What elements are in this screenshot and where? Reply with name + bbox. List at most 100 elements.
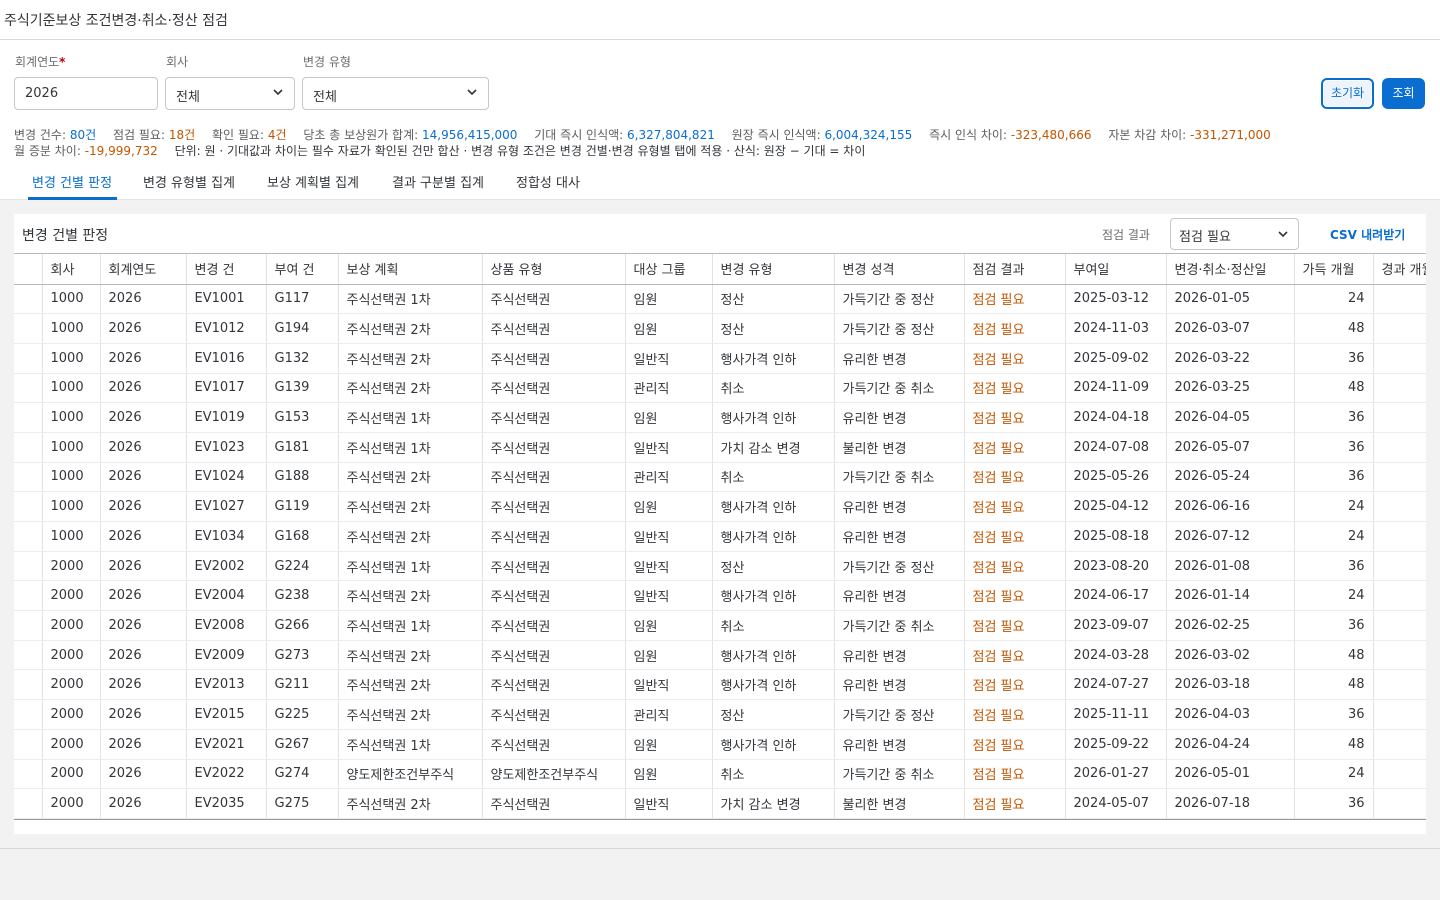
column-header[interactable] xyxy=(14,254,43,285)
table-cell: 정산 xyxy=(712,699,835,730)
table-row[interactable]: 2000 2026 EV2015 G225 주식선택권 2차 주식선택권 관리직 정산 가득기간… xyxy=(14,699,1426,730)
table-row[interactable]: 1000 2026 EV1001 G117 주식선택권 1차 주식선택권 임원 정산 가득기간 … xyxy=(14,284,1426,315)
table-cell: EV1027 xyxy=(186,491,267,522)
table-cell: 가치 감소 변경 xyxy=(712,788,835,819)
result-filter-label: 점검 결과 xyxy=(1102,228,1150,242)
table-cell: 1000 xyxy=(42,313,101,344)
table-cell: G132 xyxy=(266,343,339,374)
tab-change-detail[interactable]: 변경 건별 판정 xyxy=(32,172,112,191)
table-row[interactable]: 2000 2026 EV2022 G274 양도제한조건부주식 양도제한조건부주식 임원 취소… xyxy=(14,759,1426,790)
data-table-container[interactable]: 회사 회계연도 변경 건 부여 건 보상 계획 상품 유형 대상 그룹 변경 유형 변경 성격 점… xyxy=(14,253,1426,820)
table-cell: 양도제한조건부주식 xyxy=(338,759,483,790)
chevron-down-icon xyxy=(1278,231,1288,238)
table-cell: 2000 xyxy=(42,580,101,612)
table-cell: 주식선택권 1차 xyxy=(338,284,483,315)
column-header[interactable]: 보상 계획 xyxy=(338,254,483,285)
table-cell: 1000 xyxy=(42,373,101,404)
column-header[interactable]: 상품 유형 xyxy=(482,254,626,285)
table-row[interactable]: 2000 2026 EV2021 G267 주식선택권 1차 주식선택권 임원 행사가격 인하… xyxy=(14,729,1426,760)
table-cell: 2026 xyxy=(100,491,187,522)
table-cell: G273 xyxy=(266,640,339,671)
company-label: 회사 xyxy=(166,55,189,69)
table-cell: 임원 xyxy=(625,402,713,433)
column-header[interactable]: 회사 xyxy=(42,254,101,285)
column-header[interactable]: 경과 개월 xyxy=(1373,254,1426,285)
table-cell: 주식선택권 2차 xyxy=(338,788,483,819)
company-select[interactable]: 전체 xyxy=(165,77,295,110)
column-header[interactable]: 회계연도 xyxy=(100,254,187,285)
table-cell: 가득기간 중 취소 xyxy=(834,462,965,493)
column-header[interactable]: 변경 성격 xyxy=(834,254,965,285)
change-type-select[interactable]: 전체 xyxy=(302,77,489,110)
company-value: 전체 xyxy=(176,90,200,105)
table-row[interactable]: 1000 2026 EV1016 G132 주식선택권 2차 주식선택권 일반직 행사가격 인… xyxy=(14,343,1426,374)
table-row[interactable]: 2000 2026 EV2035 G275 주식선택권 2차 주식선택권 일반직 가치 감소 … xyxy=(14,788,1426,819)
results-panel: 변경 건별 판정 점검 결과 점검 필요 CSV 내려받기 회사 회계연도 변경 건… xyxy=(14,214,1426,834)
table-cell: 2026-04-24 xyxy=(1166,729,1295,760)
tab-change-type-summary[interactable]: 변경 유형별 집계 xyxy=(143,172,235,191)
table-cell: 2000 xyxy=(42,759,101,790)
table-cell: 유리한 변경 xyxy=(834,669,965,701)
table-row[interactable]: 2000 2026 EV2013 G211 주식선택권 2차 주식선택권 일반직 행사가격 인… xyxy=(14,669,1426,701)
csv-download-button[interactable]: CSV 내려받기 xyxy=(1330,226,1405,243)
table-cell: 2025-09-22 xyxy=(1065,729,1167,760)
table-cell: 24 xyxy=(1294,759,1374,790)
table-cell: 일반직 xyxy=(625,521,713,552)
table-row[interactable]: 1000 2026 EV1012 G194 주식선택권 2차 주식선택권 임원 정산 가득기간 … xyxy=(14,313,1426,344)
status-cell: 점검 필요 xyxy=(964,699,1066,730)
tab-result-summary[interactable]: 결과 구분별 집계 xyxy=(392,172,484,191)
table-cell: 48 xyxy=(1294,640,1374,671)
status-cell: 점검 필요 xyxy=(964,373,1066,404)
table-cell xyxy=(14,759,43,790)
table-cell: G139 xyxy=(266,373,339,404)
column-header[interactable]: 부여일 xyxy=(1065,254,1167,285)
table-cell: 주식선택권 xyxy=(482,284,626,315)
table-row[interactable]: 1000 2026 EV1027 G119 주식선택권 2차 주식선택권 임원 행사가격 인하… xyxy=(14,491,1426,522)
search-button[interactable]: 조회 xyxy=(1382,78,1425,109)
reset-button[interactable]: 초기화 xyxy=(1321,78,1374,109)
column-header[interactable]: 대상 그룹 xyxy=(625,254,713,285)
page-title: 주식기준보상 조건변경·취소·정산 점검 xyxy=(4,13,228,29)
table-cell: EV1012 xyxy=(186,313,267,344)
table-row[interactable]: 2000 2026 EV2004 G238 주식선택권 2차 주식선택권 일반직 행사가격 인… xyxy=(14,580,1426,612)
table-row[interactable]: 2000 2026 EV2002 G224 주식선택권 1차 주식선택권 일반직 정산 가득기간… xyxy=(14,551,1426,582)
table-cell: EV2004 xyxy=(186,580,267,612)
table-cell: 2000 xyxy=(42,640,101,671)
table-cell: 관리직 xyxy=(625,373,713,404)
result-filter-select[interactable]: 점검 필요 xyxy=(1170,218,1299,250)
column-header[interactable]: 가득 개월 xyxy=(1294,254,1374,285)
table-cell: 2026-07-12 xyxy=(1166,521,1295,552)
table-cell: 2026 xyxy=(100,284,187,315)
fiscal-year-input[interactable]: 2026 xyxy=(14,77,158,110)
table-row[interactable]: 1000 2026 EV1034 G168 주식선택권 2차 주식선택권 일반직 행사가격 인… xyxy=(14,521,1426,552)
table-row[interactable]: 1000 2026 EV1024 G188 주식선택권 2차 주식선택권 관리직 취소 가득기간… xyxy=(14,462,1426,493)
table-cell: 주식선택권 2차 xyxy=(338,699,483,730)
column-header[interactable]: 점검 결과 xyxy=(964,254,1066,285)
table-cell: 2024-07-27 xyxy=(1065,669,1167,701)
table-cell: G266 xyxy=(266,610,339,641)
summary-item: 변경 건수: 80건 xyxy=(14,128,96,142)
summary-item-label: 점검 필요: xyxy=(112,128,169,142)
column-header[interactable]: 변경 건 xyxy=(186,254,267,285)
fiscal-year-label: 회계연도* xyxy=(15,53,65,70)
table-cell: 주식선택권 2차 xyxy=(338,521,483,552)
table-cell: 일반직 xyxy=(625,788,713,819)
table-cell: 24 xyxy=(1294,491,1374,522)
column-header[interactable]: 변경·취소·정산일 xyxy=(1166,254,1295,285)
table-cell: 2000 xyxy=(42,699,101,730)
summary-item-value: 18건 xyxy=(168,128,196,142)
tab-plan-summary[interactable]: 보상 계획별 집계 xyxy=(267,172,359,191)
tab-reconciliation[interactable]: 정합성 대사 xyxy=(516,172,580,191)
column-header[interactable]: 변경 유형 xyxy=(712,254,835,285)
table-row[interactable]: 1000 2026 EV1017 G139 주식선택권 2차 주식선택권 관리직 취소 가득기간… xyxy=(14,373,1426,404)
table-cell xyxy=(1373,402,1426,433)
table-row[interactable]: 1000 2026 EV1023 G181 주식선택권 1차 주식선택권 일반직 가치 감소 … xyxy=(14,432,1426,463)
table-cell: 1000 xyxy=(42,491,101,522)
column-header[interactable]: 부여 건 xyxy=(266,254,339,285)
table-row[interactable]: 2000 2026 EV2008 G266 주식선택권 1차 주식선택권 임원 취소 가득기간 … xyxy=(14,610,1426,641)
summary-item-value: -323,480,666 xyxy=(1010,128,1092,142)
table-cell: EV2015 xyxy=(186,699,267,730)
table-row[interactable]: 2000 2026 EV2009 G273 주식선택권 2차 주식선택권 임원 행사가격 인하… xyxy=(14,640,1426,671)
table-row[interactable]: 1000 2026 EV1019 G153 주식선택권 1차 주식선택권 임원 행사가격 인하… xyxy=(14,402,1426,433)
table-cell xyxy=(1373,343,1426,374)
